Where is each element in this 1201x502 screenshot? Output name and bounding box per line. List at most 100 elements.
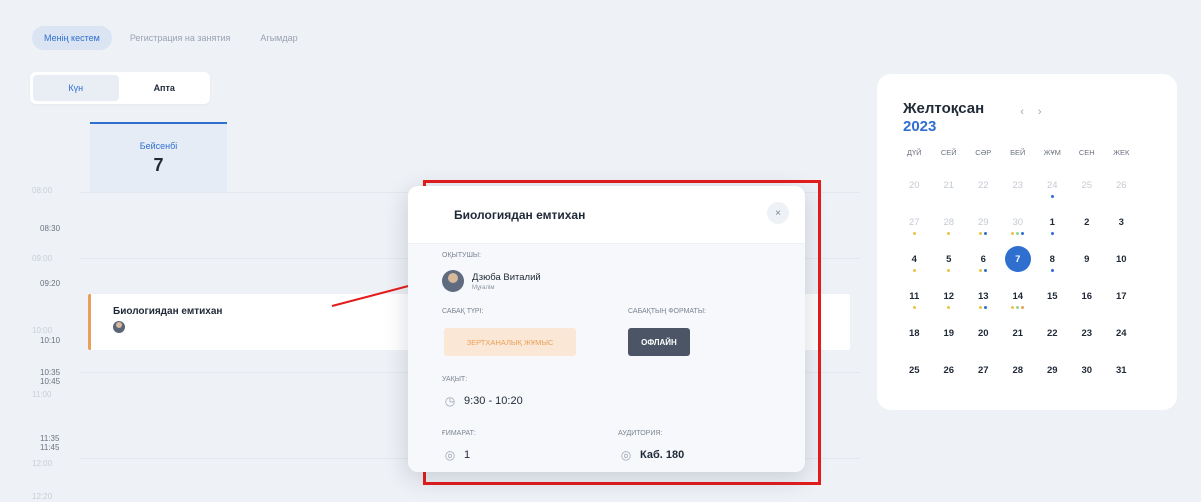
event-dot <box>1016 232 1020 235</box>
event-dot <box>979 232 983 235</box>
time-label: 10:35 <box>40 368 61 377</box>
calendar-day[interactable]: 3 <box>1104 209 1139 246</box>
calendar-day[interactable]: 22 <box>1035 320 1070 357</box>
time-label: 11:00 <box>32 390 52 399</box>
tab-registration[interactable]: Регистрация на занятия <box>118 26 243 50</box>
calendar-day-number: 16 <box>1081 290 1093 302</box>
day-view-button[interactable]: Күн <box>33 75 119 101</box>
location-pin-icon: ◎ <box>620 448 632 462</box>
calendar-day-number: 20 <box>977 327 989 339</box>
tab-streams[interactable]: Агымдар <box>248 26 309 50</box>
event-dot <box>1011 232 1015 235</box>
calendar-day-number: 29 <box>1046 364 1058 376</box>
week-view-button[interactable]: Апта <box>121 75 207 101</box>
calendar-day-number: 17 <box>1115 290 1127 302</box>
calendar-day[interactable]: 20 <box>966 320 1001 357</box>
close-button[interactable]: × <box>767 202 789 224</box>
calendar-day[interactable]: 21 <box>932 172 967 209</box>
event-dots <box>1050 269 1054 272</box>
calendar-day[interactable]: 1 <box>1035 209 1070 246</box>
calendar-day[interactable]: 19 <box>932 320 967 357</box>
event-dot <box>912 232 916 235</box>
calendar-day-number: 20 <box>908 179 920 191</box>
calendar-day-number: 31 <box>1115 364 1127 376</box>
calendar-day-number: 22 <box>977 179 989 191</box>
event-dot <box>947 232 951 235</box>
modal-title: Биологиядан емтихан <box>454 207 586 222</box>
event-dots <box>1011 232 1025 235</box>
calendar-day[interactable]: 2 <box>1070 209 1105 246</box>
weekday-label: СЕН <box>1078 148 1095 157</box>
calendar-day-number: 25 <box>1081 179 1093 191</box>
calendar-day[interactable]: 20 <box>897 172 932 209</box>
calendar-day[interactable]: 28 <box>1001 357 1036 394</box>
calendar-day-number: 24 <box>1115 327 1127 339</box>
calendar-day[interactable]: 11 <box>897 283 932 320</box>
calendar-day[interactable]: 10 <box>1104 246 1139 283</box>
calendar-day[interactable]: 25 <box>1070 172 1105 209</box>
time-label: 10:00 <box>32 326 53 335</box>
calendar-day[interactable]: 23 <box>1001 172 1036 209</box>
chevron-right-icon[interactable]: › <box>1038 106 1042 118</box>
calendar-day[interactable]: 27 <box>897 209 932 246</box>
calendar-day[interactable]: 16 <box>1070 283 1105 320</box>
tab-my-schedule[interactable]: Менің кестем <box>32 26 112 50</box>
calendar-day[interactable]: 8 <box>1035 246 1070 283</box>
event-dot <box>947 269 951 272</box>
calendar-day[interactable]: 24 <box>1035 172 1070 209</box>
calendar-day-number: 21 <box>943 179 955 191</box>
event-dot <box>1050 232 1054 235</box>
calendar-day[interactable]: 5 <box>932 246 967 283</box>
event-dot <box>984 306 988 309</box>
event-dot <box>947 306 951 309</box>
teacher-name: Дзюба Виталий <box>472 271 541 283</box>
calendar-day[interactable]: 9 <box>1070 246 1105 283</box>
building-label: ҒИМАРАТ: <box>442 430 476 437</box>
calendar-day[interactable]: 7 <box>1001 246 1036 283</box>
calendar-day[interactable]: 23 <box>1070 320 1105 357</box>
lesson-room: ◎ Каб. 180 <box>620 448 684 462</box>
calendar-day[interactable]: 21 <box>1001 320 1036 357</box>
calendar-day[interactable]: 29 <box>966 209 1001 246</box>
time-label: 11:45 <box>40 443 60 452</box>
event-dot <box>984 269 988 272</box>
calendar-day[interactable]: 30 <box>1070 357 1105 394</box>
clock-icon: ◷ <box>444 394 456 408</box>
mini-calendar: Желтоқсан 2023 ‹ › ДҮЙ СЕЙ СӘР БЕЙ ЖҰМ С… <box>877 74 1177 410</box>
calendar-day[interactable]: 14 <box>1001 283 1036 320</box>
calendar-day[interactable]: 22 <box>966 172 1001 209</box>
calendar-day[interactable]: 26 <box>1104 172 1139 209</box>
time-label: 11:35 <box>40 434 60 443</box>
calendar-day[interactable]: 26 <box>932 357 967 394</box>
weekday-label: ЖҰМ <box>1043 148 1061 157</box>
calendar-day[interactable]: 28 <box>932 209 967 246</box>
calendar-day[interactable]: 30 <box>1001 209 1036 246</box>
weekday-label: ДҮЙ <box>906 148 922 157</box>
time-label: 12:20 <box>32 492 53 501</box>
calendar-day-number: 7 <box>1004 246 1031 272</box>
calendar-day[interactable]: 4 <box>897 246 932 283</box>
calendar-day[interactable]: 29 <box>1035 357 1070 394</box>
day-column-header: Бейсенбі 7 <box>90 122 227 192</box>
calendar-day[interactable]: 27 <box>966 357 1001 394</box>
calendar-day[interactable]: 6 <box>966 246 1001 283</box>
calendar-month: Желтоқсан <box>903 100 985 117</box>
calendar-day[interactable]: 12 <box>932 283 967 320</box>
event-dot <box>1050 195 1054 198</box>
calendar-day[interactable]: 31 <box>1104 357 1139 394</box>
view-toggle: Күн Апта <box>30 72 210 104</box>
time-label: 08:30 <box>40 224 61 233</box>
event-dot <box>1016 306 1020 309</box>
calendar-day[interactable]: 13 <box>966 283 1001 320</box>
lesson-format-badge: ОФЛАЙН <box>628 328 690 356</box>
calendar-day[interactable]: 24 <box>1104 320 1139 357</box>
top-tabs: Менің кестем Регистрация на занятия Агым… <box>32 26 310 50</box>
calendar-day[interactable]: 15 <box>1035 283 1070 320</box>
chevron-left-icon[interactable]: ‹ <box>1020 106 1024 118</box>
calendar-day[interactable]: 25 <box>897 357 932 394</box>
weekday-label: ЖЕК <box>1113 148 1130 157</box>
calendar-day[interactable]: 18 <box>897 320 932 357</box>
event-dots <box>979 306 988 309</box>
weekday-label: СЕЙ <box>940 148 957 157</box>
calendar-day[interactable]: 17 <box>1104 283 1139 320</box>
